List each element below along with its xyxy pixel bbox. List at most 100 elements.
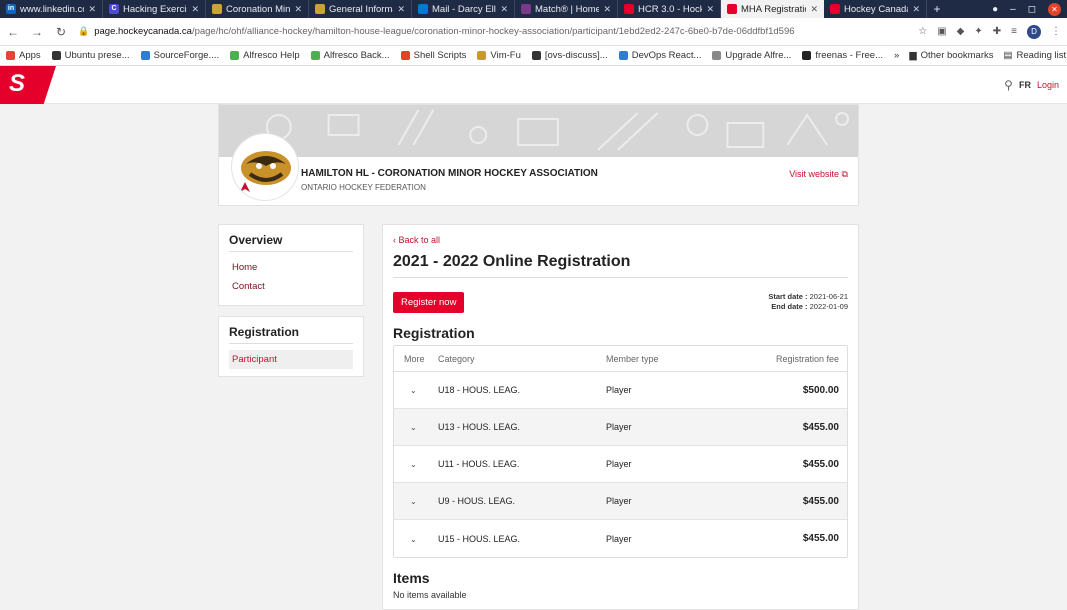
no-items-message: No items available [393,590,467,600]
bookmark-favicon-icon [51,51,61,60]
bookmark-label: SourceForge.... [153,50,220,61]
bookmark-favicon-icon [712,51,722,60]
window-close-icon[interactable]: ✕ [1048,2,1061,16]
bookmarks-overflow-button[interactable]: » [894,50,899,61]
tab-close-icon[interactable]: ✕ [603,4,611,15]
column-member-type: Member type [606,353,659,364]
folder-icon: ▆ [909,50,917,61]
chevron-down-icon[interactable]: ⌄ [404,497,417,506]
bookmark-item[interactable]: Upgrade Alfre... [712,50,791,61]
bookmark-item[interactable]: DevOps React... [618,50,701,61]
bookmark-item[interactable]: SourceForge.... [140,50,220,61]
row-fee: $455.00 [802,458,839,470]
tab-title: Match® | Home [535,3,600,15]
back-arrow-icon[interactable]: ← [6,25,20,39]
tab-close-icon[interactable]: ✕ [191,4,199,15]
browser-tab[interactable]: in www.linkedin.co ✕ [0,0,103,18]
browser-tab[interactable]: MHA Registratio ✕ [721,0,824,18]
new-tab-button[interactable]: + [927,0,947,18]
tab-close-icon[interactable]: ✕ [397,4,405,15]
tab-favicon-icon [418,4,428,14]
extension-icon[interactable]: ◆ [957,26,965,37]
bookmark-favicon-icon [6,51,15,60]
bookmark-item[interactable]: freenas - Free... [802,50,883,61]
spordle-logo[interactable]: S [0,66,56,104]
tab-close-icon[interactable]: ✕ [706,4,714,15]
visit-website-link[interactable]: Visit website ⧉ [789,169,848,180]
profile-avatar[interactable]: D [1027,24,1041,39]
bookmark-label: freenas - Free... [815,50,884,61]
tab-title: www.linkedin.co [20,3,85,15]
table-header: More Category Member type Registration f… [394,346,847,372]
puzzle-icon[interactable]: ✚ [993,26,1001,37]
reading-mode-icon[interactable]: ≡ [1011,26,1017,37]
row-member-type: Player [606,385,632,395]
table-row: ⌄ U11 - HOUS. LEAG. Player $455.00 [394,446,847,483]
other-bookmarks-folder[interactable]: ▆ Other bookmarks [909,50,993,61]
bookmark-item[interactable]: Ubuntu prese... [51,50,130,61]
browser-tab[interactable]: General Informa ✕ [309,0,412,18]
sidebar-item-participant[interactable]: Participant [229,350,353,369]
row-category: U15 - HOUS. LEAG. [438,533,521,544]
bookmark-item[interactable]: Alfresco Back... [310,50,390,61]
bookmark-item[interactable]: Apps [6,50,41,61]
search-icon[interactable]: ⚲ [1004,78,1013,92]
language-toggle[interactable]: FR [1019,80,1031,90]
extension-icon[interactable]: ▣ [937,26,946,37]
login-link[interactable]: Login [1037,80,1059,90]
chevron-down-icon[interactable]: ⌄ [404,423,417,432]
tab-title: Hacking Exercise [123,3,187,15]
bookmark-item[interactable]: [ovs-discuss]... [531,50,608,61]
registration-heading: Registration [229,325,353,344]
overview-nav: Overview Home Contact [218,224,364,306]
bookmark-item[interactable]: Vim-Fu [477,50,521,61]
back-to-all-link[interactable]: ‹ Back to all [393,235,848,245]
browser-tab[interactable]: Match® | Home ✕ [515,0,618,18]
end-date-label: End date : [771,302,808,311]
browser-tab[interactable]: C Hacking Exercise ✕ [103,0,206,18]
browser-tab[interactable]: HCR 3.0 - Hockey ✕ [618,0,721,18]
tab-close-icon[interactable]: ✕ [294,4,302,15]
bookmark-item[interactable]: Shell Scripts [400,50,466,61]
chevron-down-icon[interactable]: ⌄ [404,460,417,469]
register-row: Register now Start date : 2021-06-21 End… [393,292,848,313]
registration-panel: ‹ Back to all 2021 - 2022 Online Registr… [382,224,859,610]
kebab-menu-icon[interactable]: ⋮ [1051,26,1061,37]
minimize-icon[interactable]: – [1010,4,1016,15]
browser-tab[interactable]: Hockey Canada ✕ [824,0,927,18]
url-path: /page/hc/ohf/alliance-hockey/hamilton-ho… [191,26,795,37]
bookmark-star-icon[interactable]: ☆ [918,26,927,37]
tab-search-icon[interactable]: ● [992,4,998,15]
organization-banner: HAMILTON HL - CORONATION MINOR HOCKEY AS… [218,104,859,206]
sidebar-item-contact[interactable]: Contact [229,277,353,296]
bookmark-favicon-icon [140,51,150,60]
chevron-down-icon[interactable]: ⌄ [404,386,417,395]
extension-icon[interactable]: ✦ [974,26,982,37]
start-date-label: Start date : [768,292,808,301]
browser-tab-strip: inwww.linkedin.co✕CHacking Exercise✕Coro… [0,0,1067,18]
url-field[interactable]: 🔒 page.hockeycanada.ca/page/hc/ohf/allia… [78,26,908,37]
reload-icon[interactable]: ↻ [54,25,68,39]
forward-arrow-icon[interactable]: → [30,25,44,39]
registration-nav: Registration Participant [218,316,364,377]
tab-close-icon[interactable]: ✕ [500,4,508,15]
row-fee: $455.00 [802,421,839,433]
tab-close-icon[interactable]: ✕ [810,4,818,15]
bookmark-favicon-icon [477,51,487,60]
browser-tab[interactable]: Mail - Darcy Ellio ✕ [412,0,515,18]
registration-dates: Start date : 2021-06-21 End date : 2022-… [768,292,848,312]
register-now-button[interactable]: Register now [393,292,465,313]
browser-tab[interactable]: Coronation Mino ✕ [206,0,309,18]
reading-list-icon: ▤ [1003,50,1013,61]
tab-close-icon[interactable]: ✕ [912,4,920,15]
tab-close-icon[interactable]: ✕ [88,4,96,15]
chevron-down-icon[interactable]: ⌄ [404,535,417,544]
reading-list-button[interactable]: ▤ Reading list [1004,50,1067,61]
row-fee: $455.00 [802,533,839,544]
bookmark-item[interactable]: Alfresco Help [230,50,300,61]
sidebar-item-home[interactable]: Home [229,258,353,277]
bookmark-label: Alfresco Back... [323,50,390,61]
organization-logo [231,133,299,201]
maximize-icon[interactable]: ◻ [1028,4,1036,15]
column-category: Category [438,353,475,364]
